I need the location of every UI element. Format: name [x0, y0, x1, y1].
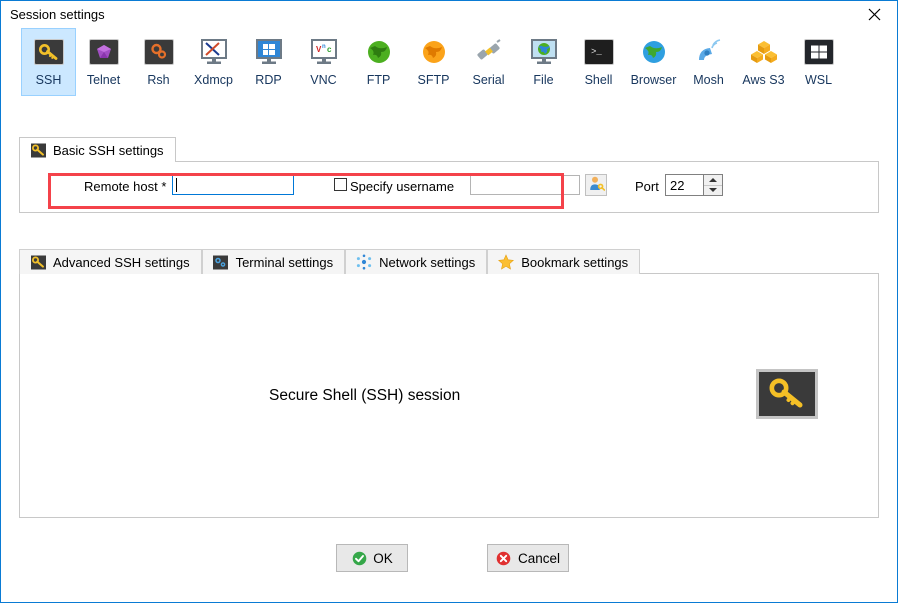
- text-caret: [176, 178, 177, 192]
- x-circle-red-icon: [496, 550, 512, 566]
- protocol-item-rsh[interactable]: Rsh: [131, 28, 186, 96]
- connection-row: Remote host * Specify username Port: [20, 162, 880, 212]
- protocol-label: SFTP: [417, 73, 450, 87]
- tab-label: Network settings: [379, 254, 476, 270]
- advanced-settings-tabstrip: Advanced SSH settings Terminal settings: [19, 249, 641, 274]
- remote-host-label: Remote host *: [84, 179, 167, 194]
- protocol-item-ftp[interactable]: FTP: [351, 28, 406, 96]
- protocol-item-shell[interactable]: >_ Shell: [571, 28, 626, 96]
- protocol-label: RDP: [255, 73, 282, 87]
- basic-settings-tabstrip: Basic SSH settings: [19, 137, 176, 162]
- key-icon: [30, 142, 46, 158]
- protocol-label: FTP: [366, 73, 391, 87]
- plug-icon: [473, 36, 505, 68]
- protocol-item-sftp[interactable]: SFTP: [406, 28, 461, 96]
- protocol-label: Browser: [630, 73, 677, 87]
- protocol-item-rdp[interactable]: RDP: [241, 28, 296, 96]
- gears-icon: [143, 36, 175, 68]
- satellite-icon: [693, 36, 725, 68]
- protocol-label: File: [533, 73, 554, 87]
- key-icon: [768, 378, 806, 411]
- protocol-label: Aws S3: [742, 73, 785, 87]
- globe-blue-icon: [638, 36, 670, 68]
- port-label: Port: [635, 179, 659, 194]
- user-key-button[interactable]: [585, 174, 607, 196]
- ok-button-label: OK: [373, 550, 393, 566]
- protocol-toolbar: SSH Telnet Rsh Xdmcp RDP V n c VNC FTP S…: [1, 28, 897, 107]
- terminal-settings-icon: [213, 254, 229, 270]
- protocol-label: Xdmcp: [194, 73, 233, 87]
- terminal-icon: >_: [583, 36, 615, 68]
- key-icon: [33, 36, 65, 68]
- globe-orange-icon: [418, 36, 450, 68]
- port-spinner: [665, 174, 723, 196]
- tab-advanced-ssh-settings[interactable]: Advanced SSH settings: [19, 249, 202, 274]
- protocol-item-wsl[interactable]: WSL: [791, 28, 846, 96]
- tab-basic-ssh-settings[interactable]: Basic SSH settings: [19, 137, 176, 162]
- basic-settings-panel: Remote host * Specify username Port: [19, 161, 879, 213]
- windows-icon: [803, 36, 835, 68]
- tab-terminal-settings[interactable]: Terminal settings: [201, 249, 346, 274]
- svg-text:c: c: [327, 45, 332, 54]
- protocol-item-serial[interactable]: Serial: [461, 28, 516, 96]
- monitor-x-icon: [198, 36, 230, 68]
- chevron-down-icon: [709, 188, 717, 193]
- tab-label: Basic SSH settings: [53, 142, 164, 158]
- check-circle-green-icon: [351, 550, 367, 566]
- protocol-label: Serial: [472, 73, 505, 87]
- specify-username-label: Specify username: [350, 179, 455, 194]
- monitor-windows-icon: [253, 36, 285, 68]
- protocol-item-ssh[interactable]: SSH: [21, 28, 76, 96]
- protocol-label: Rsh: [147, 73, 170, 87]
- cancel-button-label: Cancel: [517, 550, 561, 566]
- monitor-globe-icon: [528, 36, 560, 68]
- protocol-label: Mosh: [693, 73, 724, 87]
- user-key-icon: [588, 175, 605, 195]
- username-input[interactable]: [470, 175, 580, 195]
- tab-label: Advanced SSH settings: [53, 254, 190, 270]
- protocol-item-vnc[interactable]: V n c VNC: [296, 28, 351, 96]
- close-button[interactable]: [852, 1, 897, 27]
- protocol-label: WSL: [804, 73, 833, 87]
- tab-network-settings[interactable]: Network settings: [345, 249, 488, 274]
- protocol-label: Shell: [584, 73, 613, 87]
- globe-green-icon: [363, 36, 395, 68]
- svg-text:n: n: [322, 44, 326, 50]
- network-icon: [356, 254, 372, 270]
- protocol-item-browser[interactable]: Browser: [626, 28, 681, 96]
- port-spin-buttons: [703, 175, 722, 195]
- tab-label: Terminal settings: [235, 254, 334, 270]
- tab-label: Bookmark settings: [521, 254, 629, 270]
- protocol-item-mosh[interactable]: Mosh: [681, 28, 736, 96]
- session-settings-dialog: Session settings SSH Telnet Rsh Xdmcp RD…: [0, 0, 898, 603]
- close-icon: [868, 8, 881, 20]
- svg-text:>_: >_: [591, 47, 602, 57]
- star-icon: [498, 254, 515, 270]
- remote-host-input[interactable]: [172, 175, 294, 195]
- tab-bookmark-settings[interactable]: Bookmark settings: [487, 249, 641, 274]
- port-decrement-button[interactable]: [704, 185, 722, 195]
- protocol-label: VNC: [310, 73, 337, 87]
- protocol-label: Telnet: [86, 73, 121, 87]
- window-title: Session settings: [10, 7, 105, 22]
- key-icon: [30, 254, 46, 270]
- session-type-badge: [756, 369, 818, 419]
- aws-cubes-icon: [748, 36, 780, 68]
- protocol-item-file[interactable]: File: [516, 28, 571, 96]
- protocol-item-aws-s3[interactable]: Aws S3: [736, 28, 791, 96]
- chevron-up-icon: [709, 177, 717, 182]
- protocol-item-xdmcp[interactable]: Xdmcp: [186, 28, 241, 96]
- monitor-vnc-icon: V n c: [308, 36, 340, 68]
- protocol-label: SSH: [35, 73, 62, 87]
- session-type-caption: Secure Shell (SSH) session: [269, 387, 461, 404]
- cancel-button[interactable]: Cancel: [487, 544, 569, 572]
- gem-icon: [88, 36, 120, 68]
- port-input[interactable]: [666, 175, 703, 195]
- port-increment-button[interactable]: [704, 175, 722, 186]
- specify-username-checkbox[interactable]: [334, 178, 347, 191]
- protocol-item-telnet[interactable]: Telnet: [76, 28, 131, 96]
- ok-button[interactable]: OK: [336, 544, 408, 572]
- title-bar: Session settings: [1, 1, 897, 29]
